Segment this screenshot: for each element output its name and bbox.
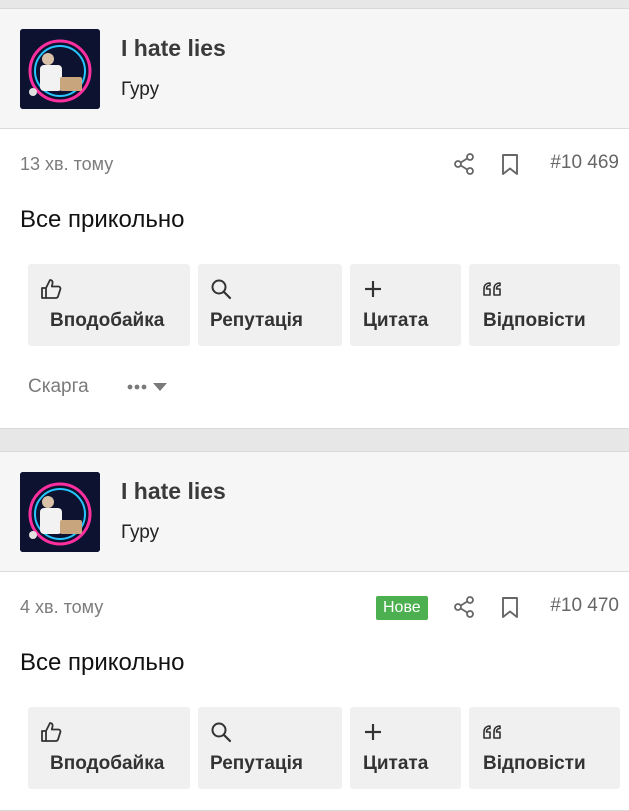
like-label: Вподобайка [50, 753, 165, 774]
author-name[interactable]: I hate lies [121, 35, 226, 62]
post-author-header: I hate lies Гуру [0, 9, 629, 129]
post-number[interactable]: #10 469 [550, 152, 619, 174]
thumbs-up-icon [41, 279, 62, 299]
author-name[interactable]: I hate lies [121, 478, 226, 505]
post-time[interactable]: 13 хв. тому [20, 154, 113, 175]
thumbs-up-icon [41, 722, 62, 742]
share-icon[interactable] [453, 596, 475, 618]
share-icon[interactable] [453, 153, 475, 175]
report-link[interactable]: Скарга [28, 376, 89, 398]
like-button[interactable]: Вподобайка [28, 707, 190, 789]
post-content: Все прикольно [20, 206, 185, 233]
forum-post: I hate lies Гуру 13 хв. тому #10 469 Все… [0, 8, 629, 429]
avatar[interactable] [20, 472, 100, 552]
bookmark-icon[interactable] [500, 596, 520, 619]
post-time[interactable]: 4 хв. тому [20, 597, 103, 618]
quote-button[interactable]: Цитата [350, 707, 461, 789]
forum-post: I hate lies Гуру 4 хв. тому Нове #10 470… [0, 451, 629, 811]
search-icon [211, 722, 232, 743]
quote-icon [483, 725, 501, 739]
chevron-down-icon [153, 383, 167, 391]
author-rank: Гуру [121, 79, 160, 100]
reply-button[interactable]: Відповісти [469, 264, 620, 346]
plus-icon [365, 281, 381, 297]
reputation-button[interactable]: Репутація [198, 264, 342, 346]
search-icon [211, 279, 232, 300]
quote-button[interactable]: Цитата [350, 264, 461, 346]
post-content: Все прикольно [20, 649, 185, 676]
quote-label: Цитата [363, 753, 429, 774]
plus-icon [365, 724, 381, 740]
quote-label: Цитата [363, 310, 429, 331]
reputation-label: Репутація [210, 310, 303, 331]
avatar[interactable] [20, 29, 100, 109]
bookmark-icon[interactable] [500, 153, 520, 176]
quote-icon [483, 282, 501, 296]
reply-label: Відповісти [483, 310, 586, 331]
more-options-button[interactable] [126, 377, 170, 397]
post-number[interactable]: #10 470 [550, 595, 619, 617]
reputation-label: Репутація [210, 753, 303, 774]
reputation-button[interactable]: Репутація [198, 707, 342, 789]
reply-label: Відповісти [483, 753, 586, 774]
reply-button[interactable]: Відповісти [469, 707, 620, 789]
author-rank: Гуру [121, 522, 160, 543]
post-author-header: I hate lies Гуру [0, 452, 629, 572]
like-label: Вподобайка [50, 310, 165, 331]
more-dots-icon [127, 384, 147, 390]
like-button[interactable]: Вподобайка [28, 264, 190, 346]
new-badge: Нове [376, 596, 428, 620]
